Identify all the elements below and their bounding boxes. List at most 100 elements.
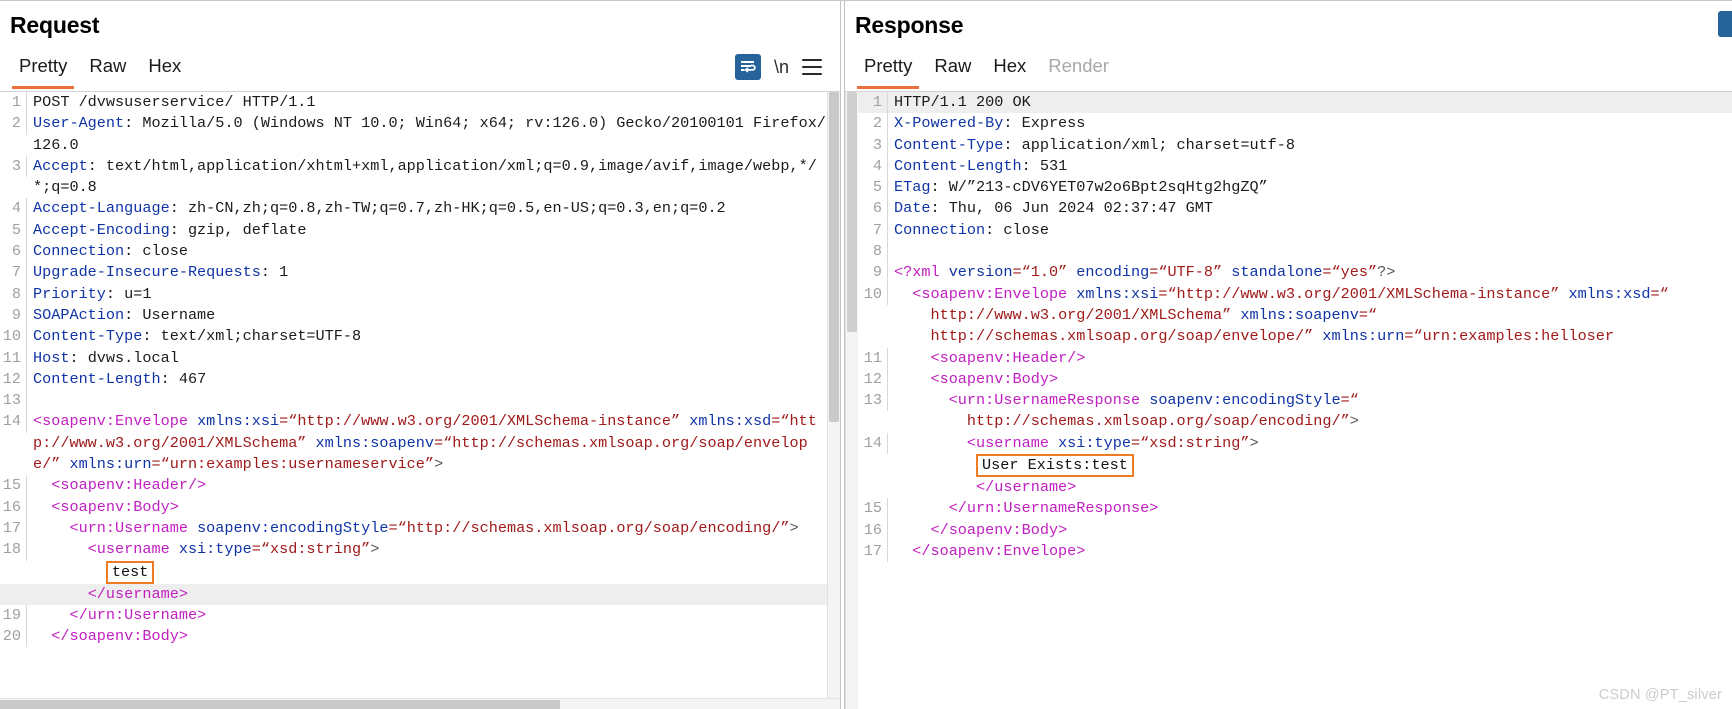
code-token: Accept-Encoding bbox=[33, 220, 170, 239]
code-line-text: Upgrade-Insecure-Requests: 1 bbox=[27, 262, 827, 283]
tab-response-hex[interactable]: Hex bbox=[982, 51, 1037, 89]
code-line: 9 <?xml version=“1.0” encoding=“UTF-8” st… bbox=[858, 262, 1732, 284]
line-number: 9 bbox=[858, 262, 888, 284]
code-token: Host bbox=[33, 348, 70, 367]
code-token: xmlns:xsd bbox=[1559, 284, 1651, 303]
code-line-text: Content-Length: 467 bbox=[27, 369, 827, 390]
line-number: 10 bbox=[0, 326, 27, 348]
line-number: 15 bbox=[858, 498, 888, 520]
code-line-text: </username> bbox=[888, 477, 1588, 498]
code-line-text: <username xsi:type=“xsd:string”> bbox=[27, 539, 827, 560]
code-token: ETag bbox=[894, 178, 931, 197]
line-number: 9 bbox=[0, 304, 27, 327]
response-tabbar: Pretty Raw Hex Render bbox=[845, 48, 1732, 92]
code-line-text: <urn:UsernameResponse soapenv:encodingSt… bbox=[888, 390, 1588, 411]
code-line-text: Priority: u=1 bbox=[27, 284, 827, 305]
code-token: soapenv:encodingStyle bbox=[187, 518, 389, 537]
code-token: : W/”213-cDV6YET07w2o6Bpt2sqHtg2hgZQ” bbox=[930, 178, 1268, 197]
request-hscroll-thumb[interactable] bbox=[0, 700, 560, 709]
code-token: > bbox=[789, 518, 799, 537]
code-token: =“yes” bbox=[1322, 263, 1378, 282]
code-token: > bbox=[434, 455, 444, 474]
code-line: test bbox=[0, 560, 827, 584]
code-token: </username> bbox=[87, 584, 188, 603]
tab-request-raw[interactable]: Raw bbox=[78, 51, 137, 89]
code-token: X-Powered-By bbox=[894, 114, 1004, 133]
code-token: =“ bbox=[1650, 284, 1669, 303]
code-token: </urn:UsernameResponse> bbox=[948, 499, 1159, 518]
code-line: 5 ETag: W/”213-cDV6YET07w2o6Bpt2sqHtg2hgZ… bbox=[858, 177, 1732, 199]
line-number: 2 bbox=[0, 113, 27, 135]
panel-edge-icon[interactable] bbox=[1718, 11, 1732, 37]
code-line-text: <soapenv:Envelope xmlns:xsi=“http://www.… bbox=[888, 284, 1668, 305]
code-token: <soapenv:Envelope bbox=[912, 284, 1068, 303]
line-number: 3 bbox=[858, 134, 888, 156]
code-token: <soapenv:Body> bbox=[930, 369, 1059, 388]
line-number: 2 bbox=[858, 113, 888, 135]
code-token: =“urn:examples:usernameservice” bbox=[151, 455, 435, 474]
line-number: 8 bbox=[0, 283, 27, 305]
line-number: 14 bbox=[858, 432, 888, 455]
request-horizontal-scrollbar[interactable] bbox=[0, 698, 840, 709]
code-token: http://schemas.xmlsoap.org/soap/encoding… bbox=[966, 412, 1350, 431]
code-token: <urn:Username bbox=[69, 518, 188, 537]
code-token: xsi:type bbox=[1048, 433, 1131, 452]
code-token: > bbox=[370, 540, 380, 559]
code-line: 20 </soapenv:Body> bbox=[0, 626, 827, 648]
line-number: 17 bbox=[0, 517, 27, 540]
code-line: 2 X-Powered-By: Express bbox=[858, 113, 1732, 135]
request-scroll-thumb[interactable] bbox=[829, 92, 839, 422]
code-token: Content-Type bbox=[894, 135, 1004, 154]
code-token: xmlns:xsi bbox=[187, 412, 280, 431]
request-tabbar: Pretty Raw Hex \n bbox=[0, 48, 840, 92]
code-line-text: http://schemas.xmlsoap.org/soap/envelope… bbox=[888, 326, 1614, 347]
line-number: 1 bbox=[0, 92, 27, 114]
code-line-text: http://schemas.xmlsoap.org/soap/encoding… bbox=[888, 411, 1588, 432]
code-token: xmlns:soapenv bbox=[1231, 305, 1359, 324]
request-vertical-scrollbar[interactable] bbox=[827, 92, 840, 698]
code-line: http://schemas.xmlsoap.org/soap/encoding… bbox=[858, 411, 1732, 432]
request-code-scroll[interactable]: 1 POST /dvwsuserservice/ HTTP/1.1 2 User-Ag… bbox=[0, 92, 827, 698]
burp-message-viewer: Request Pretty Raw Hex \n 1 POST /dvwsus… bbox=[0, 0, 1732, 709]
hamburger-menu-icon[interactable] bbox=[802, 58, 822, 75]
code-line-text: <urn:Username soapenv:encodingStyle=“htt… bbox=[27, 518, 827, 539]
response-scroll-thumb[interactable] bbox=[847, 92, 857, 332]
code-token: xmlns:soapenv bbox=[306, 433, 435, 452]
code-token: xmlns:xsi bbox=[1067, 284, 1159, 303]
tab-request-pretty[interactable]: Pretty bbox=[8, 51, 78, 89]
code-line-text: Accept-Language: zh-CN,zh;q=0.8,zh-TW;q=… bbox=[27, 198, 827, 219]
code-token: <username bbox=[87, 540, 170, 559]
line-number: 7 bbox=[0, 262, 27, 284]
code-line: 14 <soapenv:Envelope xmlns:xsi=“http://ww… bbox=[0, 411, 827, 475]
code-token: <?xml bbox=[894, 263, 940, 282]
code-line-text: <soapenv:Header/> bbox=[27, 475, 827, 496]
newline-toggle[interactable]: \n bbox=[774, 58, 789, 76]
code-line: 10 Content-Type: text/xml;charset=UTF-8 bbox=[0, 326, 827, 348]
response-panel-title: Response bbox=[855, 12, 964, 38]
response-vertical-scrollbar[interactable] bbox=[845, 92, 858, 709]
code-token: > bbox=[1349, 412, 1359, 431]
code-token: <soapenv:Header/> bbox=[930, 348, 1086, 367]
code-line: 17 </soapenv:Envelope> bbox=[858, 540, 1732, 563]
word-wrap-icon[interactable] bbox=[734, 53, 761, 80]
code-token: =“UTF-8” bbox=[1149, 263, 1223, 282]
tab-response-raw[interactable]: Raw bbox=[923, 51, 982, 89]
tab-response-pretty[interactable]: Pretty bbox=[853, 51, 923, 89]
code-token: <urn:UsernameResponse bbox=[948, 391, 1141, 410]
code-line: 6 Date: Thu, 06 Jun 2024 02:37:47 GMT bbox=[858, 198, 1732, 220]
code-token: Accept-Language bbox=[33, 199, 170, 218]
code-line-text: <soapenv:Body> bbox=[27, 497, 827, 518]
code-line-text: Accept: text/html,application/xhtml+xml,… bbox=[27, 156, 827, 199]
response-code-scroll[interactable]: 1 HTTP/1.1 200 OK 2 X-Powered-By: Express 3 C… bbox=[858, 92, 1732, 709]
code-line: 10 <soapenv:Envelope xmlns:xsi=“http://w… bbox=[858, 283, 1732, 305]
code-line: 4 Accept-Language: zh-CN,zh;q=0.8,zh-TW;q… bbox=[0, 198, 827, 220]
code-line-text: http://www.w3.org/2001/XMLSchema” xmlns:… bbox=[888, 305, 1588, 326]
tab-request-hex[interactable]: Hex bbox=[137, 51, 192, 89]
